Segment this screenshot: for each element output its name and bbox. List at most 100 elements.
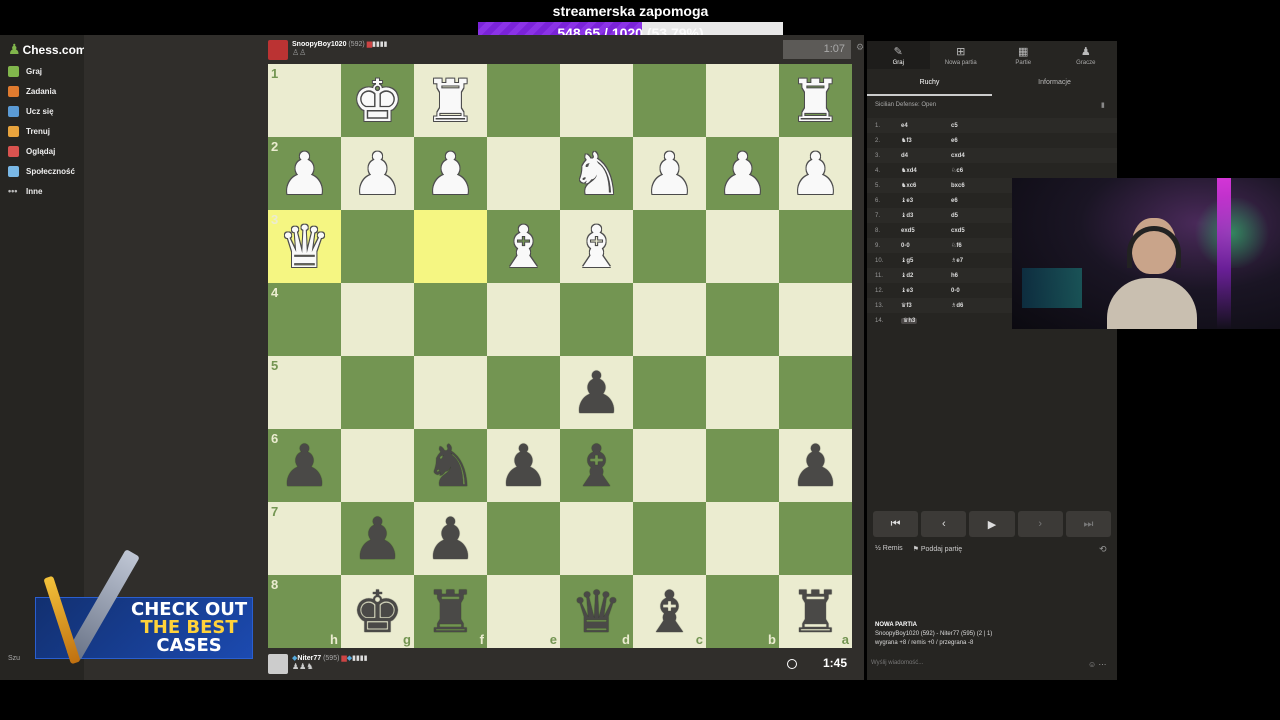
board-square[interactable] [633, 64, 706, 137]
black-move[interactable]: 0-0 [951, 288, 1001, 294]
board-square[interactable]: ♟ [341, 137, 414, 210]
board-square[interactable]: ♝ [487, 210, 560, 283]
board-square[interactable] [706, 210, 779, 283]
board-square[interactable]: ♜ [414, 64, 487, 137]
black-move[interactable]: ♗d6 [951, 302, 1001, 309]
tab-players[interactable]: ♟ Gracze [1055, 41, 1118, 69]
board-square[interactable]: ♚ [341, 64, 414, 137]
flip-board-icon[interactable]: ⟲ [1099, 544, 1107, 555]
board-square[interactable] [633, 283, 706, 356]
black-queen-icon[interactable]: ♛ [571, 583, 623, 641]
black-pawn-icon[interactable]: ♟ [571, 364, 623, 422]
black-rook-icon[interactable]: ♜ [790, 583, 842, 641]
board-square[interactable] [414, 356, 487, 429]
black-king-icon[interactable]: ♚ [352, 583, 404, 641]
sidebar-item-community[interactable]: Społeczność [8, 166, 75, 177]
board-square[interactable] [779, 283, 852, 356]
board-square[interactable]: ♜ [779, 64, 852, 137]
sidebar-item-watch[interactable]: Oglądaj [8, 146, 55, 157]
board-square[interactable] [341, 429, 414, 502]
white-pawn-icon[interactable]: ♟ [790, 145, 842, 203]
chat-input[interactable]: Wyślij wiadomość... [871, 660, 923, 666]
board-square[interactable] [779, 210, 852, 283]
play-button[interactable]: ▶ [969, 511, 1015, 537]
tab-games[interactable]: ▦ Partie [992, 41, 1055, 69]
tab-play[interactable]: ✎ Graj [867, 41, 930, 69]
player-name[interactable]: SnoopyBoy1020 (592) ▆▮▮▮▮ [292, 40, 388, 48]
avatar[interactable] [268, 40, 288, 60]
chesscom-logo[interactable]: ♟ Chess.com [8, 41, 87, 58]
board-square[interactable]: a ♜ [779, 575, 852, 648]
white-pawn-icon[interactable]: ♟ [279, 145, 331, 203]
board-square[interactable]: ♟ [560, 356, 633, 429]
sidebar-item-play[interactable]: Graj [8, 66, 42, 77]
board-square[interactable] [706, 356, 779, 429]
black-move[interactable]: cxd4 [951, 153, 1001, 159]
board-square[interactable]: 3 ♛ [268, 210, 341, 283]
sidebar-item-learn[interactable]: Ucz się [8, 106, 54, 117]
emoji-icon[interactable]: ☺ ⋯ [1088, 660, 1106, 669]
black-bishop-icon[interactable]: ♝ [571, 437, 623, 495]
search-hint[interactable]: Szu [8, 655, 20, 662]
tab-info[interactable]: Informacje [992, 74, 1117, 96]
white-move[interactable]: 0-0 [901, 243, 951, 249]
white-move[interactable]: ♛f3 [901, 302, 951, 309]
white-move[interactable]: ♞xc6 [901, 182, 951, 189]
chess-board[interactable]: 1 ♚ ♜ ♜ 2 ♟ ♟ ♟ ♞ ♟ ♟ ♟ 3 ♛ ♝ ♝ 4 5 ♟ 6 ♟ ♞ ♟ ♝ ♟ 7 ♟ ♟ 8 h g ♚ f ♜ e d ♛ c ♝ b… [268, 64, 852, 648]
board-square[interactable]: 4 [268, 283, 341, 356]
opening-name[interactable]: Sicilian Defense: Open [875, 102, 936, 108]
first-move-button[interactable]: ⏮ [873, 511, 919, 537]
black-move[interactable]: d5 [951, 213, 1001, 219]
board-square[interactable]: ♟ [341, 502, 414, 575]
board-square[interactable] [779, 502, 852, 575]
sidebar-item-train[interactable]: Trenuj [8, 126, 50, 137]
black-knight-icon[interactable]: ♞ [425, 437, 477, 495]
black-pawn-icon[interactable]: ♟ [279, 437, 331, 495]
board-square[interactable]: e [487, 575, 560, 648]
avatar[interactable] [268, 654, 288, 674]
black-move[interactable]: ♗e7 [951, 257, 1001, 264]
white-pawn-icon[interactable]: ♟ [717, 145, 769, 203]
next-move-button[interactable]: › [1017, 511, 1063, 537]
black-pawn-icon[interactable]: ♟ [498, 437, 550, 495]
board-square[interactable] [633, 502, 706, 575]
board-square[interactable]: f ♜ [414, 575, 487, 648]
sidebar-item-more[interactable]: ••• Inne [8, 186, 42, 197]
board-square[interactable]: ♟ [706, 137, 779, 210]
tab-moves[interactable]: Ruchy [867, 74, 992, 96]
white-move[interactable]: e4 [901, 123, 951, 129]
board-square[interactable] [706, 64, 779, 137]
board-square[interactable]: ♟ [414, 502, 487, 575]
board-square[interactable] [706, 283, 779, 356]
black-move[interactable]: bxc6 [951, 183, 1001, 189]
board-square[interactable]: 7 [268, 502, 341, 575]
white-pawn-icon[interactable]: ♟ [425, 145, 477, 203]
board-square[interactable] [633, 429, 706, 502]
board-square[interactable]: ♟ [779, 429, 852, 502]
board-square[interactable] [487, 137, 560, 210]
black-move[interactable]: ♘c6 [951, 167, 1001, 174]
board-square[interactable]: 2 ♟ [268, 137, 341, 210]
book-icon[interactable]: ▮ [1101, 101, 1105, 109]
board-square[interactable]: 1 [268, 64, 341, 137]
cases-ad[interactable]: CHECK OUT THE BEST CASES [35, 545, 253, 667]
draw-button[interactable]: ½ Remis [875, 545, 903, 553]
white-knight-icon[interactable]: ♞ [571, 145, 623, 203]
black-move[interactable]: h6 [951, 273, 1001, 279]
black-move[interactable]: e6 [951, 138, 1001, 144]
board-square[interactable]: ♞ [414, 429, 487, 502]
sidebar-item-puzzles[interactable]: Zadania [8, 86, 56, 97]
board-square[interactable]: ♟ [779, 137, 852, 210]
white-rook-icon[interactable]: ♜ [425, 72, 477, 130]
white-pawn-icon[interactable]: ♟ [644, 145, 696, 203]
black-pawn-icon[interactable]: ♟ [425, 510, 477, 568]
board-square[interactable] [560, 502, 633, 575]
board-square[interactable]: c ♝ [633, 575, 706, 648]
black-rook-icon[interactable]: ♜ [425, 583, 477, 641]
white-move[interactable]: ♝d2 [901, 272, 951, 279]
board-square[interactable]: ♟ [487, 429, 560, 502]
white-queen-icon[interactable]: ♛ [279, 218, 331, 276]
white-move[interactable]: d4 [901, 153, 951, 159]
board-square[interactable]: 5 [268, 356, 341, 429]
tab-new-game[interactable]: ⊞ Nowa partia [930, 41, 993, 69]
